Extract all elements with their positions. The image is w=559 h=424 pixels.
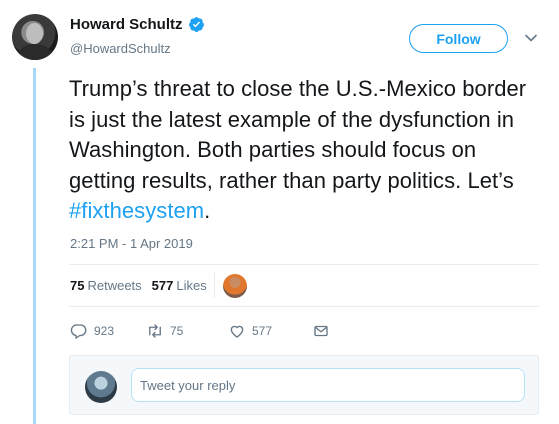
likes-stat[interactable]: 577 Likes [152,278,207,293]
reply-icon [70,324,87,339]
author-handle[interactable]: @HowardSchultz [70,41,171,56]
avatar-face [26,23,43,44]
tweet-timestamp[interactable]: 2:21 PM - 1 Apr 2019 [70,236,193,251]
reply-button[interactable]: 923 [70,322,126,340]
author-display-name[interactable]: Howard Schultz [70,16,183,33]
reply-composer: Tweet your reply [69,355,539,415]
tweet-body: Trump’s threat to close the U.S.-Mexico … [69,76,527,193]
likes-label: Likes [176,278,207,293]
like-count: 577 [252,324,273,338]
tweet-actions: 923 75 577 [70,322,356,340]
thread-line [33,68,36,424]
liker-avatar[interactable] [223,274,247,298]
follow-button[interactable]: Follow [409,24,508,53]
retweets-label: Retweets [87,278,142,293]
retweet-icon [149,324,161,338]
author-name-row: Howard Schultz [70,16,205,33]
like-button[interactable]: 577 [228,322,292,340]
retweets-stat[interactable]: 75 Retweets [70,278,142,293]
retweets-count: 75 [70,278,85,293]
verified-badge-icon [188,17,204,32]
stats-separator [214,272,215,298]
reply-input[interactable]: Tweet your reply [131,368,525,402]
divider-bottom [69,306,539,307]
tweet-stats: 75 Retweets 577 Likes [70,278,217,293]
envelope-icon [314,325,328,337]
retweet-count: 75 [170,324,184,338]
tweet-end: . [204,198,211,223]
tweet-text: Trump’s threat to close the U.S.-Mexico … [69,74,539,227]
chevron-down-icon[interactable] [524,31,538,45]
author-avatar[interactable] [12,14,58,60]
heart-icon [230,325,244,338]
divider-top [69,264,539,265]
direct-message-button[interactable] [312,322,336,340]
avatar-shoulders [18,44,52,60]
hashtag-link[interactable]: #fixthesystem [69,198,204,223]
reply-count: 923 [94,324,115,338]
likes-count: 577 [151,278,174,293]
user-avatar [85,371,117,403]
retweet-button[interactable]: 75 [146,322,208,340]
